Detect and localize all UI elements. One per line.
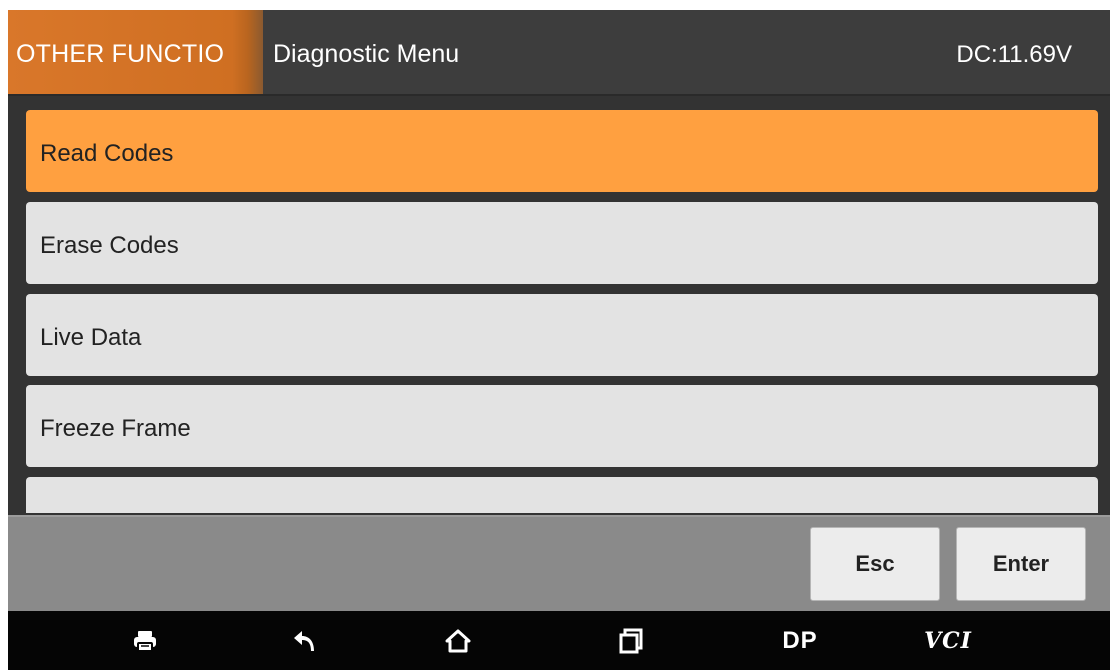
page-title: Diagnostic Menu bbox=[273, 40, 460, 68]
navigation-bar: DP VCI bbox=[8, 611, 1110, 670]
recent-apps-icon[interactable] bbox=[606, 611, 656, 670]
enter-button-label: Enter bbox=[992, 551, 1050, 576]
dp-label: DP bbox=[782, 626, 818, 654]
print-icon[interactable] bbox=[120, 611, 170, 670]
section-tab[interactable]: OTHER FUNCTIO bbox=[8, 10, 263, 94]
diagnostic-screen: OTHER FUNCTIO Diagnostic Menu DC:11.69V … bbox=[8, 10, 1110, 670]
battery-voltage: DC:11.69V bbox=[956, 41, 1072, 68]
menu-item-label: Read Codes bbox=[40, 140, 174, 167]
menu-item-label: Live Data bbox=[40, 324, 142, 351]
home-icon[interactable] bbox=[433, 611, 483, 670]
menu-item-erase-codes[interactable]: Erase Codes bbox=[26, 202, 1098, 284]
menu-item-label: Erase Codes bbox=[40, 232, 179, 259]
diagnostic-menu-list[interactable]: Read Codes Erase Codes Live Data Freeze … bbox=[8, 96, 1110, 513]
menu-item-label: Freeze Frame bbox=[40, 415, 191, 442]
section-tab-label: OTHER FUNCTIO bbox=[16, 40, 225, 68]
menu-item-partial[interactable] bbox=[26, 477, 1098, 513]
title-bar: OTHER FUNCTIO Diagnostic Menu DC:11.69V bbox=[8, 10, 1110, 96]
dp-button[interactable]: DP bbox=[770, 611, 830, 670]
back-icon[interactable] bbox=[280, 611, 330, 670]
vci-button[interactable]: VCI bbox=[913, 611, 983, 670]
esc-button[interactable]: Esc bbox=[810, 527, 940, 601]
menu-item-read-codes[interactable]: Read Codes bbox=[26, 110, 1098, 192]
esc-button-label: Esc bbox=[855, 551, 895, 576]
vci-label: VCI bbox=[924, 627, 972, 654]
menu-item-live-data[interactable]: Live Data bbox=[26, 294, 1098, 376]
enter-button[interactable]: Enter bbox=[956, 527, 1086, 601]
menu-item-freeze-frame[interactable]: Freeze Frame bbox=[26, 385, 1098, 467]
action-bar: Esc Enter bbox=[8, 515, 1110, 611]
